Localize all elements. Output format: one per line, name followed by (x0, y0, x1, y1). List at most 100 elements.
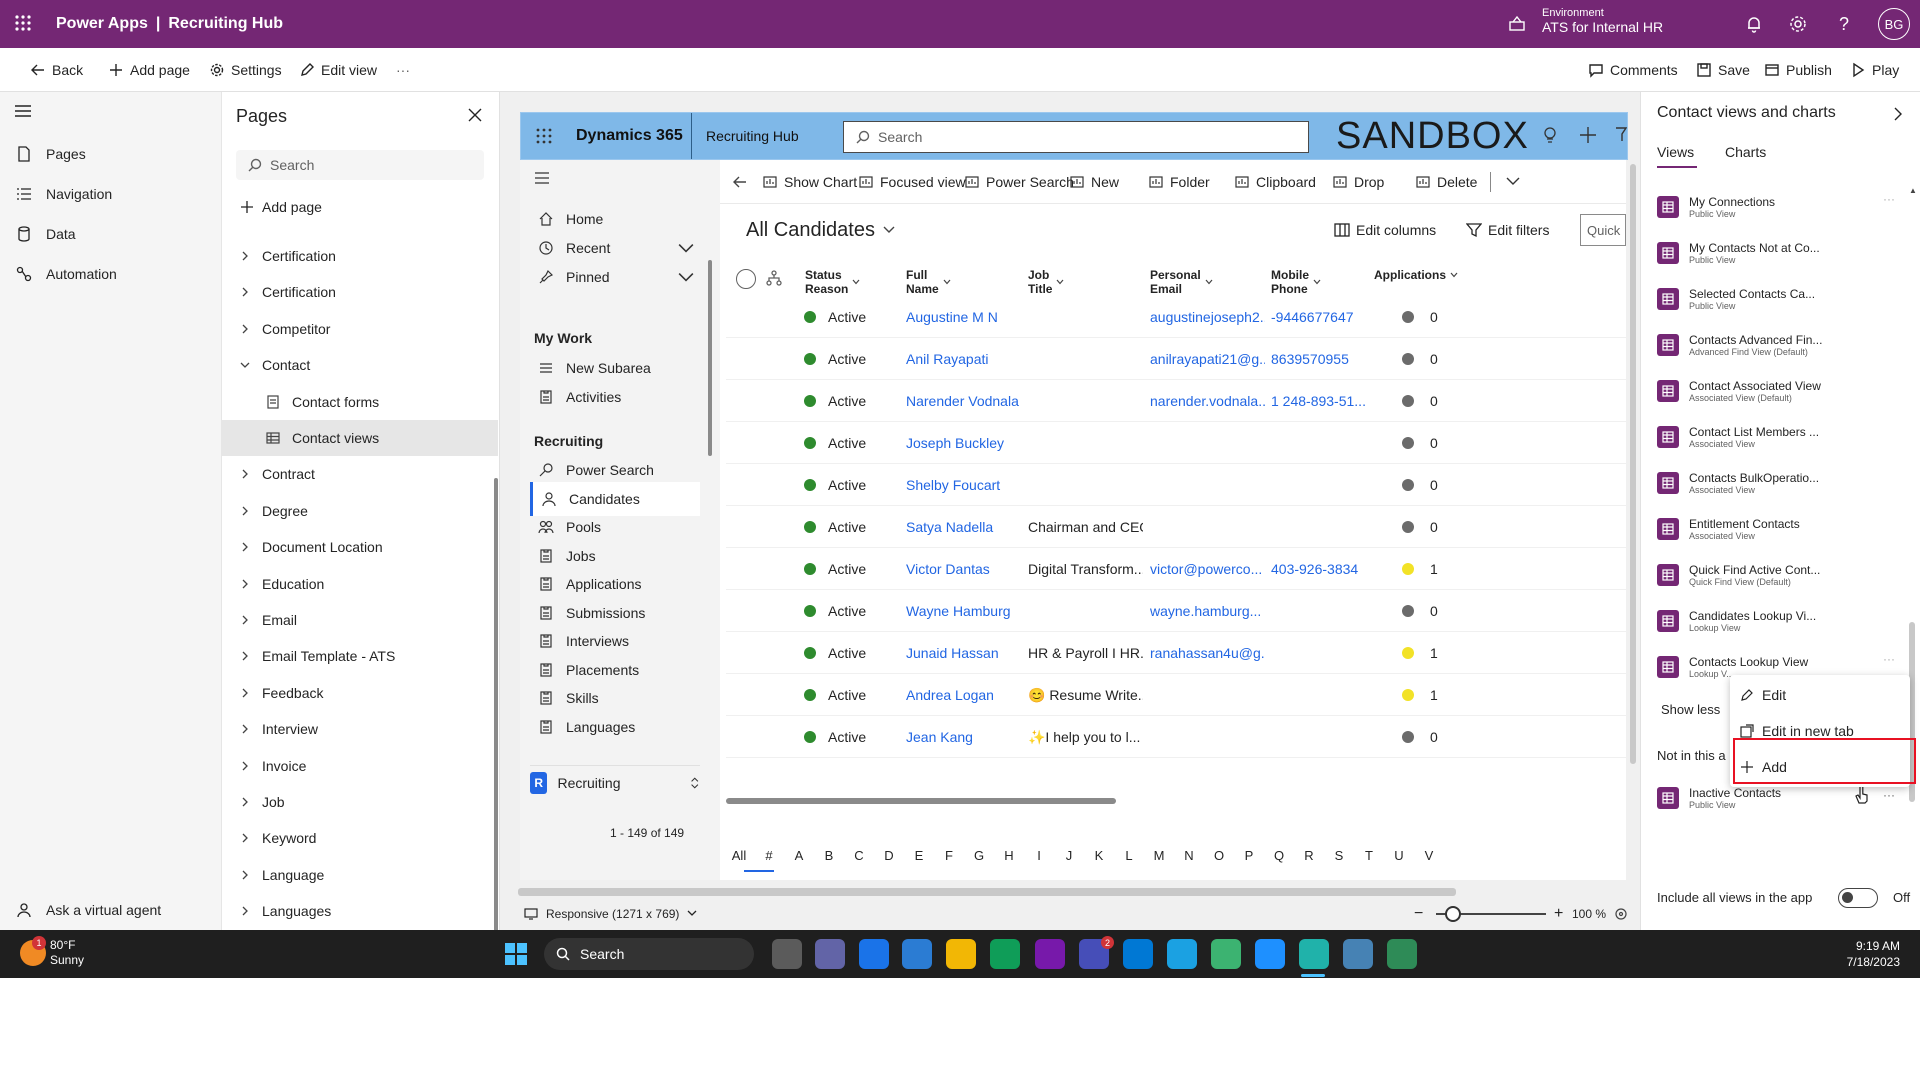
cell-name[interactable]: Victor Dantas (906, 548, 1021, 590)
tree-item[interactable]: Feedback (222, 675, 498, 711)
tab-views[interactable]: Views (1657, 144, 1694, 160)
edge-profile-icon[interactable] (1343, 939, 1373, 969)
windows-start-icon[interactable] (504, 942, 528, 966)
table-row[interactable]: Active Jean Kang ✨I help you to l... 0 (726, 716, 1626, 758)
alphabet-filter[interactable]: N (1176, 840, 1202, 870)
tree-item[interactable]: Interview (222, 711, 498, 747)
scroll-up-icon[interactable]: ▲ (1909, 186, 1917, 196)
edge-icon[interactable] (990, 939, 1020, 969)
tab-charts[interactable]: Charts (1725, 144, 1766, 160)
cell-email[interactable]: ranahassan4u@g... (1150, 632, 1265, 674)
alphabet-filter[interactable]: J (1056, 840, 1082, 870)
cell-name[interactable]: Satya Nadella (906, 506, 1021, 548)
system-clock[interactable]: 9:19 AM 7/18/2023 (1820, 938, 1900, 970)
cell-email[interactable]: wayne.hamburg... (1150, 590, 1265, 632)
tree-item[interactable]: Email (222, 602, 498, 638)
alphabet-filter[interactable]: O (1206, 840, 1232, 870)
hamburger-icon[interactable] (14, 104, 32, 118)
outlook-icon[interactable] (1123, 939, 1153, 969)
alphabet-filter[interactable]: F (936, 840, 962, 870)
alphabet-filter[interactable]: S (1326, 840, 1352, 870)
more-options-icon[interactable]: ··· (1883, 788, 1895, 802)
cell-name[interactable]: Andrea Logan (906, 674, 1021, 716)
sitemap-item[interactable]: Activities (530, 380, 700, 414)
hierarchy-icon[interactable] (766, 270, 782, 286)
table-row[interactable]: Active Narender Vodnala narender.vodnala..… (726, 380, 1626, 422)
rail-item-pages[interactable]: Pages (0, 134, 222, 174)
alphabet-filter[interactable]: # (756, 840, 782, 870)
close-icon[interactable] (468, 108, 482, 122)
alphabet-filter[interactable]: L (1116, 840, 1142, 870)
save-button[interactable]: Save (1696, 48, 1750, 92)
edit-view-button[interactable]: Edit view (299, 48, 377, 92)
cell-name[interactable]: Junaid Hassan (906, 632, 1021, 674)
back-button[interactable]: Back (30, 48, 83, 92)
view-item[interactable]: My Connections Public View ··· (1657, 184, 1897, 230)
cell-phone[interactable] (1271, 422, 1381, 464)
cell-phone[interactable]: -9446677647 (1271, 296, 1381, 338)
calendar-app-icon[interactable] (859, 939, 889, 969)
pages-scrollbar[interactable] (494, 478, 498, 934)
edit-filters-button[interactable]: Edit filters (1466, 218, 1549, 242)
tree-item[interactable]: Email Template - ATS (222, 638, 498, 674)
waffle-icon[interactable] (14, 14, 32, 32)
task-view-icon[interactable] (772, 939, 802, 969)
edge-profile-icon[interactable] (1255, 939, 1285, 969)
weather-widget[interactable]: 80°F Sunny (50, 938, 84, 968)
plus-icon[interactable] (1579, 126, 1597, 144)
grid-cmd-button[interactable]: Clipboard (1234, 160, 1316, 204)
table-row[interactable]: Active Wayne Hamburg wayne.hamburg... 0 (726, 590, 1626, 632)
table-row[interactable]: Active Shelby Foucart 0 (726, 464, 1626, 506)
more-options-icon[interactable]: ··· (1883, 192, 1895, 206)
tree-item[interactable]: Language (222, 857, 498, 893)
back-arrow-icon[interactable] (732, 174, 748, 190)
column-header[interactable]: Applications (1374, 268, 1458, 282)
alphabet-filter[interactable]: P (1236, 840, 1262, 870)
alphabet-filter[interactable]: G (966, 840, 992, 870)
column-header[interactable]: Personal Email (1150, 268, 1213, 296)
alphabet-filter[interactable]: Q (1266, 840, 1292, 870)
table-row[interactable]: Active Anil Rayapati anilrayapati21@g... 86… (726, 338, 1626, 380)
view-item[interactable]: Entitlement Contacts Associated View (1657, 506, 1897, 552)
tree-item[interactable]: Competitor (222, 311, 498, 347)
table-row[interactable]: Active Andrea Logan 😊 Resume Write... 1 (726, 674, 1626, 716)
alphabet-filter[interactable]: I (1026, 840, 1052, 870)
add-page-link[interactable]: Add page (240, 195, 322, 219)
chevron-down-icon[interactable] (1506, 176, 1520, 186)
edge-profile-icon[interactable] (1387, 939, 1417, 969)
select-all-checkbox[interactable] (736, 269, 756, 289)
alphabet-filter[interactable]: H (996, 840, 1022, 870)
grid-cmd-button[interactable]: Show Chart (762, 160, 857, 204)
alphabet-filter[interactable]: R (1296, 840, 1322, 870)
grid-cmd-button[interactable]: New (1069, 160, 1119, 204)
grid-cmd-button[interactable]: Folder (1148, 160, 1210, 204)
tree-item[interactable]: Contact (222, 347, 498, 383)
canvas-vertical-scrollbar[interactable] (1630, 160, 1638, 800)
sitemap-item[interactable]: Languages (530, 710, 700, 744)
zoom-in-button[interactable]: + (1554, 905, 1563, 923)
sitemap-item[interactable]: Pinned (530, 260, 700, 294)
cell-phone[interactable]: 403-926-3834 (1271, 548, 1381, 590)
tree-item[interactable]: Invoice (222, 748, 498, 784)
cell-phone[interactable] (1271, 464, 1381, 506)
tree-item[interactable]: Job (222, 784, 498, 820)
cell-phone[interactable] (1271, 632, 1381, 674)
table-row[interactable]: Active Satya Nadella Chairman and CEO 0 (726, 506, 1626, 548)
view-item[interactable]: Candidates Lookup Vi... Lookup View (1657, 598, 1897, 644)
alphabet-filter[interactable]: D (876, 840, 902, 870)
chevron-down-icon[interactable] (678, 240, 694, 256)
grid-cmd-button[interactable]: Drop (1332, 160, 1384, 204)
tree-item[interactable]: Contact forms (222, 384, 498, 420)
cell-phone[interactable]: 8639570955 (1271, 338, 1381, 380)
view-item[interactable]: Contacts Advanced Fin... Advanced Find Vi… (1657, 322, 1897, 368)
pages-search-input[interactable]: Search (236, 150, 484, 180)
alphabet-filter[interactable]: B (816, 840, 842, 870)
responsive-picker[interactable]: Responsive (1271 x 769) (524, 902, 697, 926)
column-header[interactable]: Job Title (1028, 268, 1064, 296)
zoom-slider-thumb[interactable] (1444, 906, 1461, 922)
table-row[interactable]: Active Augustine M N augustinejoseph2... -9… (726, 296, 1626, 338)
more-options-icon[interactable]: ··· (1883, 652, 1895, 666)
table-row[interactable]: Active Joseph Buckley 0 (726, 422, 1626, 464)
cell-email[interactable] (1150, 422, 1265, 464)
rail-item-automation[interactable]: Automation (0, 254, 222, 294)
